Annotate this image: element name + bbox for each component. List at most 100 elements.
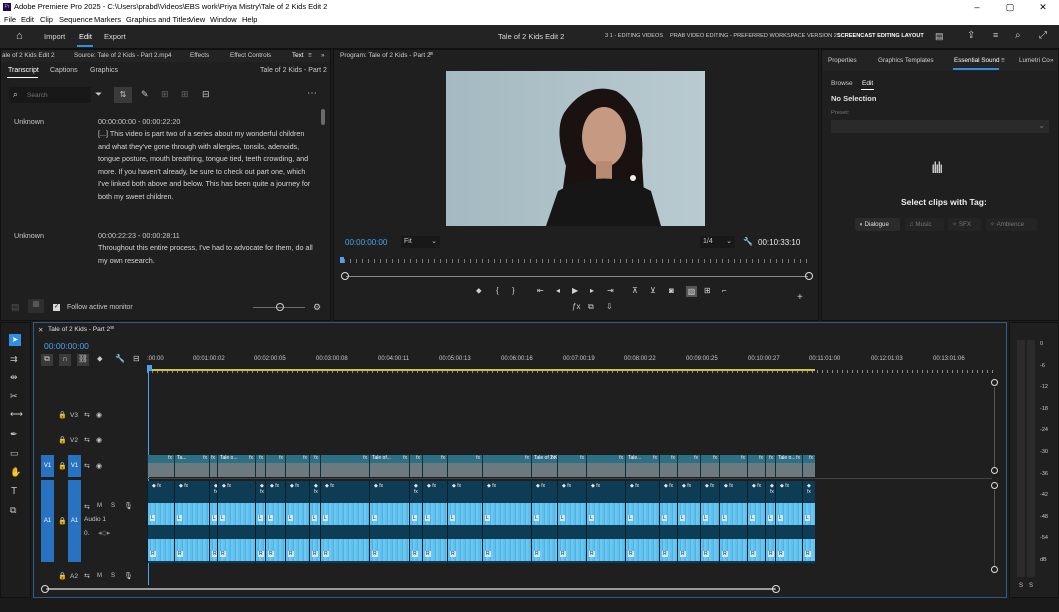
mute-button[interactable]: M [97, 503, 102, 509]
tab-effects[interactable]: Effects [190, 50, 209, 62]
maximize-button[interactable]: ▢ [995, 0, 1025, 14]
mark-in-icon[interactable]: { [496, 286, 499, 295]
zoom-select[interactable]: Fit ⌄ [401, 236, 440, 248]
slip-tool-icon[interactable]: ⟷ [10, 409, 23, 420]
hscroll-start-handle[interactable] [41, 585, 49, 593]
go-to-out-icon[interactable]: ⇥ [607, 286, 614, 295]
lock-icon[interactable]: 🔒 [58, 436, 67, 444]
selection-tool-icon[interactable]: ➤ [9, 334, 21, 346]
captions-icon[interactable]: ⊟ [202, 89, 210, 100]
audio-clip[interactable]: L R ◆ fx [557, 481, 586, 563]
hscroll-end-handle[interactable] [772, 585, 780, 593]
sync-icon[interactable]: ▦ [28, 299, 44, 313]
audio-clip[interactable]: L R ◆ fx [775, 481, 802, 563]
follow-monitor-checkbox[interactable]: ✓ [53, 304, 60, 311]
menu-help[interactable]: Help [242, 14, 257, 25]
video-clip[interactable]: fx [700, 455, 719, 477]
ripple-edit-tool-icon[interactable]: ⇹ [10, 372, 18, 383]
audio-clip[interactable]: L R ◆ fx [700, 481, 719, 563]
lock-icon[interactable]: 🔒 [58, 411, 67, 419]
tab-sequence[interactable]: ale of 2 Kids Edit 2 [2, 50, 55, 62]
audio-clip[interactable]: L R ◆ fx [659, 481, 677, 563]
add-marker-icon[interactable]: ⬥ [97, 354, 103, 364]
audio-clip[interactable]: L R ◆ fx [409, 481, 422, 563]
solo-button[interactable]: S [111, 503, 115, 509]
tab-edit[interactable]: Edit [79, 32, 92, 41]
rectangle-tool-icon[interactable]: ▭ [10, 448, 19, 459]
lock-icon[interactable]: 🔒 [58, 517, 67, 525]
mark-out-icon[interactable]: } [512, 286, 515, 295]
lock-icon[interactable]: 🔒 [58, 572, 67, 580]
transcript-entry[interactable]: Unknown 00:00:22:23 - 00:00:28:11 Throug… [1, 223, 319, 265]
home-icon[interactable]: ⌂ [16, 30, 23, 42]
eye-icon[interactable]: ◉ [96, 436, 102, 444]
menu-clip[interactable]: Clip [40, 14, 53, 25]
audio-clip[interactable]: L R ◆ fx [255, 481, 265, 563]
menu-markers[interactable]: Markers [94, 14, 121, 25]
microphone-icon[interactable]: 🎙 [124, 502, 133, 510]
video-clip[interactable]: fx [677, 455, 700, 477]
video-clip[interactable]: fx [659, 455, 677, 477]
audio-clip[interactable]: L R ◆ fx [586, 481, 625, 563]
vscroll-handle-audio[interactable] [991, 482, 998, 489]
tag-ambience-button[interactable]: ✧ Ambience [986, 218, 1037, 231]
video-clip[interactable]: fx [422, 455, 447, 477]
audio-clip[interactable]: L R ◆ fx [625, 481, 659, 563]
tag-dialogue-button[interactable]: ◖ Dialogue [855, 218, 900, 231]
tab-import[interactable]: Import [44, 32, 65, 41]
subtab-edit[interactable]: Edit [862, 80, 873, 87]
sync-lock-icon[interactable]: ⇆ [84, 436, 90, 444]
more-tabs-icon[interactable]: » [1050, 50, 1054, 71]
captions-icon[interactable]: ⊟ [133, 354, 140, 363]
resolution-select[interactable]: 1/4 ⌄ [700, 236, 735, 248]
subtab-browse[interactable]: Browse [831, 80, 853, 87]
video-frame[interactable] [446, 71, 705, 226]
video-clip[interactable]: fx [285, 455, 309, 477]
workspace-screencast[interactable]: SCREENCAST EDITING LAYOUT [837, 33, 924, 39]
menu-view[interactable]: View [189, 14, 205, 25]
video-clip[interactable]: fx [765, 455, 775, 477]
search-box[interactable]: ⌕ [9, 87, 91, 103]
sync-lock-icon[interactable]: ⇆ [84, 411, 90, 419]
vscroll-handle-bottom[interactable] [991, 566, 998, 573]
video-clip[interactable]: fx Ta... [174, 455, 209, 477]
video-clip[interactable]: fx [447, 455, 482, 477]
monitor-scroll-end-handle[interactable] [805, 272, 813, 280]
audio-clip[interactable]: L R ◆ fx [765, 481, 775, 563]
audio-clip[interactable]: L R ◆ fx [447, 481, 482, 563]
program-menu-icon[interactable]: ≡ [429, 51, 433, 58]
go-to-in-icon[interactable]: ⇤ [537, 286, 544, 295]
tab-text[interactable]: Text [292, 50, 304, 62]
tab-lumetri[interactable]: Lumetri Co [1019, 50, 1050, 71]
audio-clip[interactable]: L R ◆ fx [747, 481, 765, 563]
comparison-view-icon[interactable]: ▧ [686, 286, 697, 297]
vscroll-handle-video[interactable] [991, 467, 998, 474]
video-clip[interactable]: fx Tale o... [775, 455, 802, 477]
audio-clip[interactable]: L R ◆ fx [320, 481, 369, 563]
lift-icon[interactable]: ⊼ [632, 286, 638, 295]
filter-icon[interactable]: ⏷ [95, 89, 102, 100]
video-clip[interactable]: fx [320, 455, 369, 477]
search-input[interactable] [27, 89, 87, 101]
program-timecode[interactable]: 00:00:00:00 [345, 238, 387, 247]
audio-clip[interactable]: L R ◆ fx [719, 481, 747, 563]
microphone-icon[interactable]: 🎙 [124, 572, 133, 580]
audio-clip[interactable]: L R ◆ fx [677, 481, 700, 563]
merge-icon[interactable]: ⊞ [161, 89, 169, 100]
audio-clip[interactable]: L R ◆ fx [422, 481, 447, 563]
group-icon[interactable]: ⊞ [181, 89, 189, 100]
track-select-tool-icon[interactable]: ⇉ [10, 354, 18, 365]
split-segment-icon[interactable]: ⇅ [114, 87, 132, 103]
video-clip[interactable]: fx [719, 455, 747, 477]
video-clip[interactable]: fx [147, 455, 174, 477]
solo-right-button[interactable]: S [1029, 583, 1033, 589]
subtab-transcript[interactable]: Transcript [8, 67, 39, 74]
zoom-slider-handle[interactable] [276, 303, 284, 311]
video-clip[interactable]: fx Tale of... [369, 455, 409, 477]
multicam-icon[interactable]: ⧉ [588, 302, 594, 312]
audio-clip[interactable]: L R ◆ fx [209, 481, 218, 563]
settings-sliders-icon[interactable]: ⚙ [313, 302, 321, 313]
source-patch-a1[interactable]: A1 [41, 480, 54, 562]
step-forward-icon[interactable]: ▸ [590, 286, 594, 295]
insert-icon[interactable]: ⊞ [704, 286, 711, 295]
